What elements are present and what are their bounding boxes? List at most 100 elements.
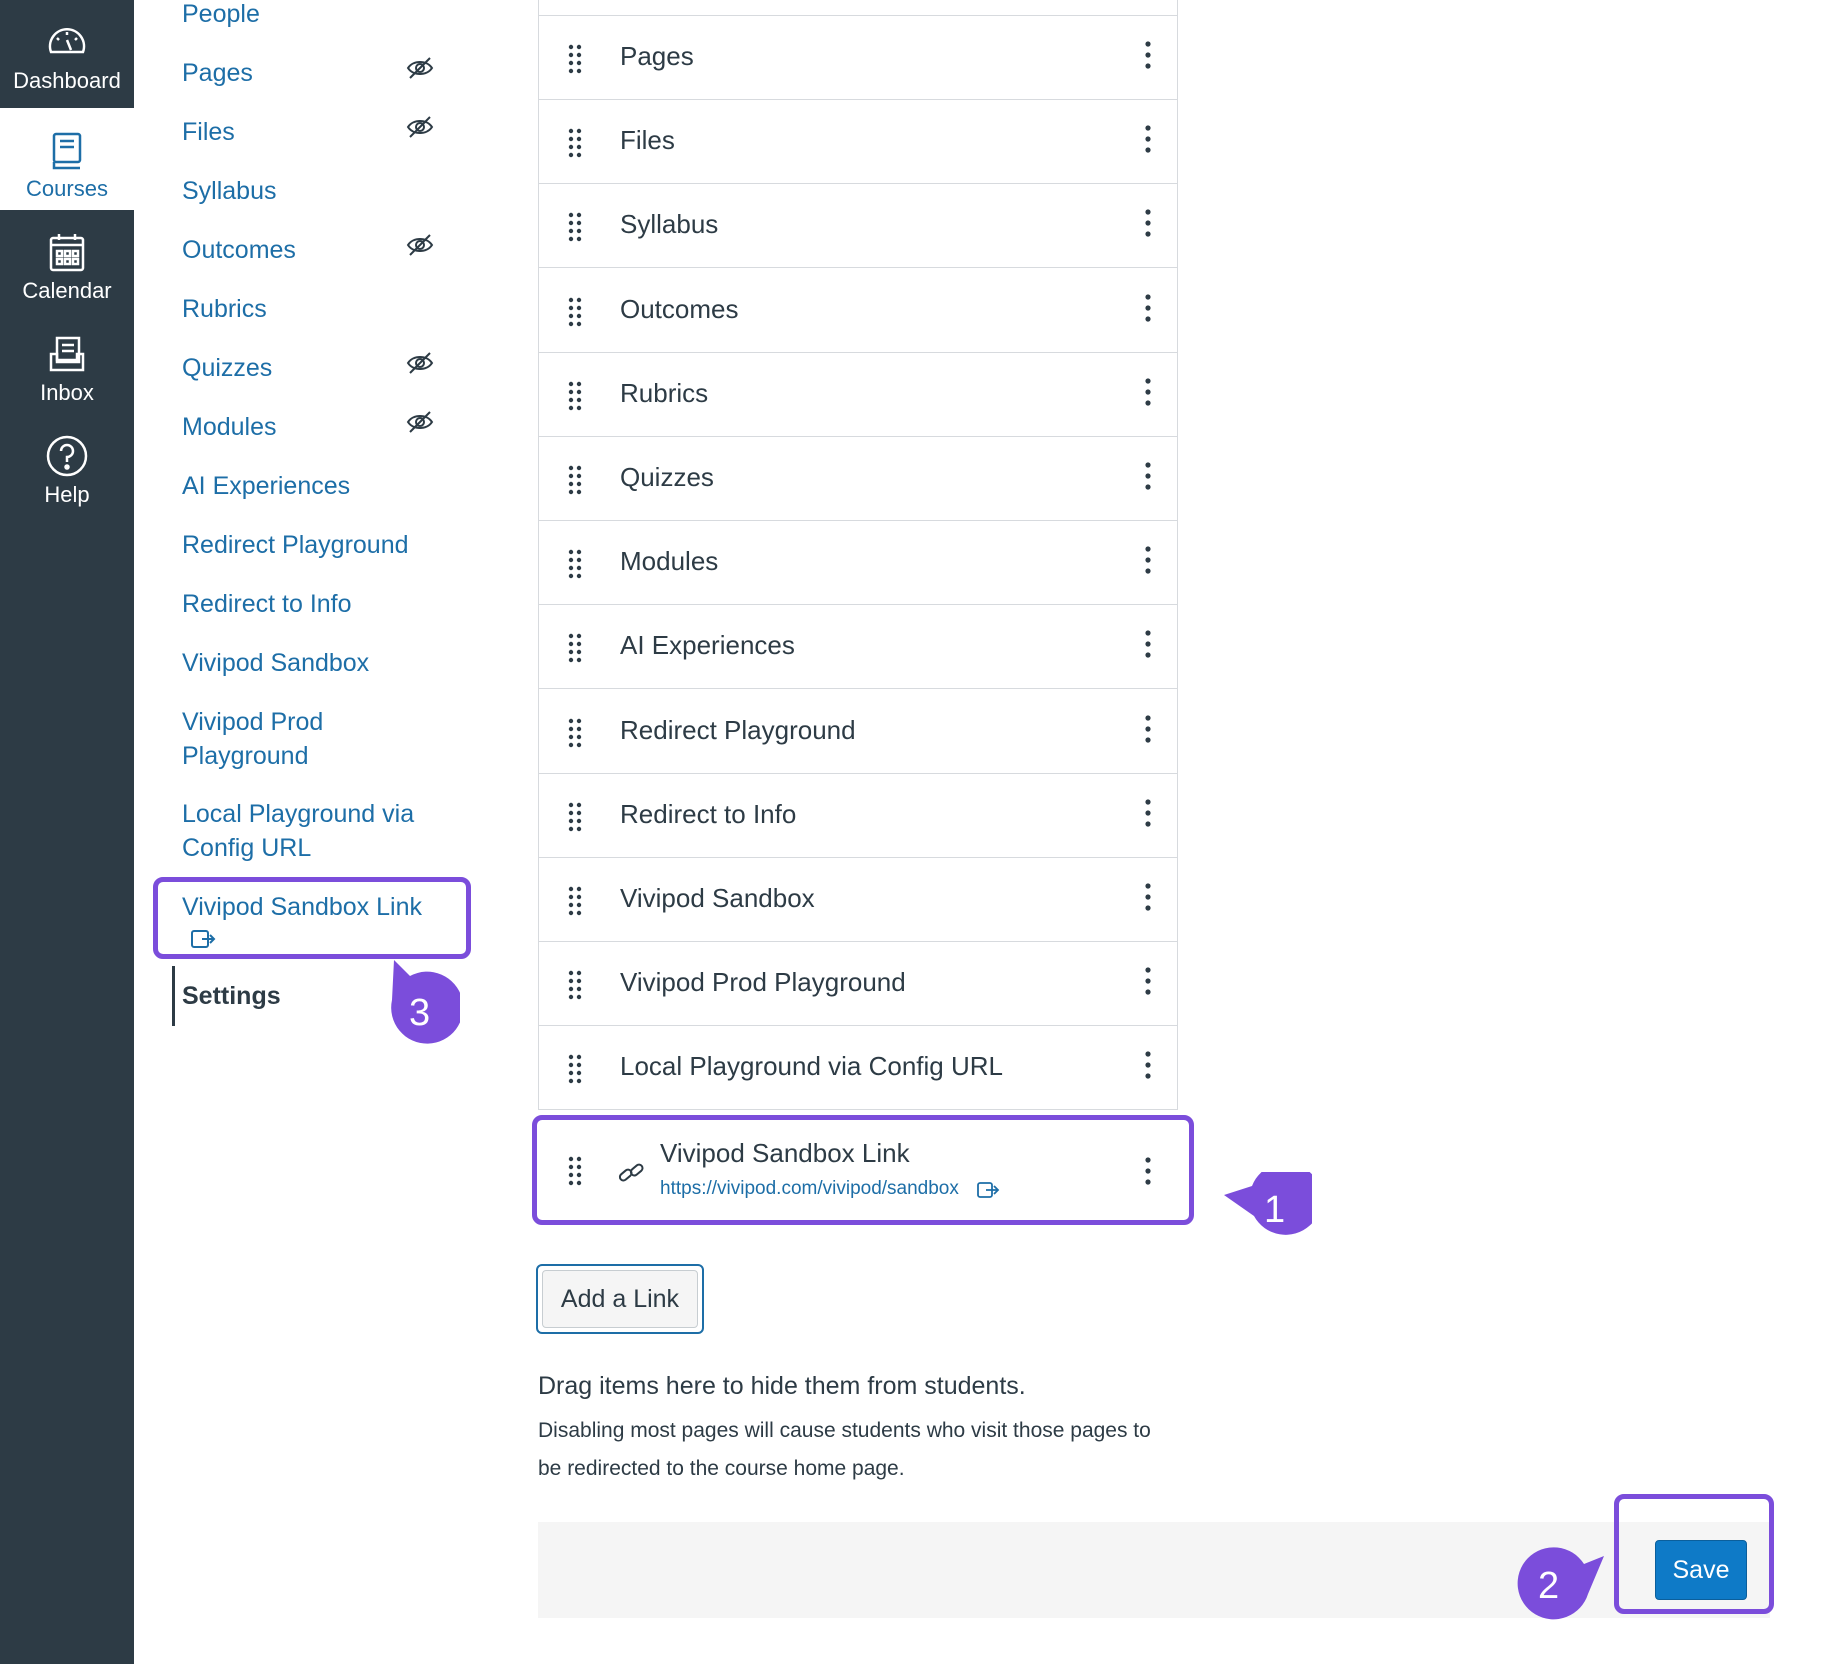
tab-row-label: Local Playground via Config URL: [620, 1051, 1003, 1081]
courses-icon: [52, 132, 82, 170]
course-nav-modules[interactable]: Modules: [182, 410, 277, 444]
hidden-zone-description: Disabling most pages will cause students…: [538, 1419, 1151, 1480]
drag-handle-icon[interactable]: [568, 381, 582, 411]
kebab-menu-icon[interactable]: [1144, 1050, 1152, 1080]
hidden-zone-title: Drag items here to hide them from studen…: [538, 1372, 1026, 1400]
course-nav-pages[interactable]: Pages: [182, 56, 253, 90]
tab-row[interactable]: AI Experiences: [538, 605, 1178, 689]
kebab-menu-icon[interactable]: [1144, 377, 1152, 407]
kebab-menu-icon[interactable]: [1144, 882, 1152, 912]
annotation-badge-3-number: 3: [409, 992, 431, 1034]
global-nav-label: Dashboard: [13, 68, 121, 93]
global-nav-label: Calendar: [22, 278, 112, 303]
course-nav-redirect-playground[interactable]: Redirect Playground: [182, 528, 409, 562]
drag-handle-icon[interactable]: [568, 1054, 582, 1084]
drag-handle-icon[interactable]: [568, 633, 582, 663]
kebab-menu-icon[interactable]: [1144, 40, 1152, 70]
add-link-button[interactable]: Add a Link: [536, 1264, 704, 1334]
global-nav: Dashboard Courses Calendar Inbox Help: [0, 0, 134, 1664]
drag-handle-icon[interactable]: [568, 465, 582, 495]
tab-row[interactable]: Quizzes: [538, 437, 1178, 521]
tab-row-label: Rubrics: [620, 378, 709, 408]
global-nav-inbox[interactable]: Inbox: [0, 312, 134, 414]
drag-handle-icon[interactable]: [568, 549, 582, 579]
eye-slash-icon: [406, 352, 434, 374]
course-nav-ai-experiences[interactable]: AI Experiences: [182, 469, 350, 503]
kebab-menu-icon[interactable]: [1144, 798, 1152, 828]
drag-handle-icon[interactable]: [568, 886, 582, 916]
kebab-menu-icon[interactable]: [1144, 629, 1152, 659]
annotation-badge-1-number: 1: [1264, 1189, 1286, 1231]
global-nav-courses[interactable]: Courses: [0, 108, 134, 210]
course-nav-settings[interactable]: Settings: [182, 979, 281, 1013]
tab-row-label: Files: [620, 125, 675, 155]
course-nav-files[interactable]: Files: [182, 115, 235, 149]
tab-row-label: Modules: [620, 546, 719, 576]
course-nav-outcomes[interactable]: Outcomes: [182, 233, 296, 267]
tab-row[interactable]: Outcomes: [538, 269, 1178, 353]
kebab-menu-icon[interactable]: [1144, 293, 1152, 323]
tab-row: [538, 0, 1178, 16]
tab-row-label: Redirect Playground: [620, 715, 856, 745]
drag-handle-icon[interactable]: [568, 128, 582, 158]
course-nav-local-playground[interactable]: Local Playground via Config URL: [182, 797, 414, 865]
global-nav-dashboard[interactable]: Dashboard: [0, 0, 134, 102]
kebab-menu-icon[interactable]: [1144, 461, 1152, 491]
tab-row[interactable]: Pages: [538, 16, 1178, 100]
tab-row[interactable]: Syllabus: [538, 184, 1178, 268]
eye-slash-icon: [406, 57, 434, 79]
kebab-menu-icon[interactable]: [1144, 124, 1152, 154]
tab-row-label: AI Experiences: [620, 630, 795, 660]
drag-handle-icon[interactable]: [568, 212, 582, 242]
kebab-menu-icon[interactable]: [1144, 208, 1152, 238]
tab-row-label: Syllabus: [620, 209, 719, 239]
tab-row-label: Vivipod Sandbox: [620, 883, 815, 913]
tab-row[interactable]: Modules: [538, 521, 1178, 605]
course-nav-syllabus[interactable]: Syllabus: [182, 174, 277, 208]
drag-handle-icon[interactable]: [568, 970, 582, 1000]
course-nav-label-line2: Playground: [182, 742, 309, 770]
annotation-badge-2-number: 2: [1538, 1565, 1560, 1607]
eye-slash-icon: [406, 411, 434, 433]
kebab-menu-icon[interactable]: [1144, 545, 1152, 575]
course-nav-vivipod-prod-playground[interactable]: Vivipod Prod Playground: [182, 705, 323, 773]
eye-slash-icon: [406, 234, 434, 256]
tab-row[interactable]: Rubrics: [538, 353, 1178, 437]
drag-handle-icon[interactable]: [568, 44, 582, 74]
global-nav-label: Inbox: [40, 380, 94, 405]
course-nav-rubrics[interactable]: Rubrics: [182, 292, 267, 326]
add-link-button-label: Add a Link: [542, 1270, 698, 1328]
drag-handle-icon[interactable]: [568, 802, 582, 832]
tab-row-label: Pages: [620, 41, 694, 71]
dashboard-icon: [48, 28, 86, 54]
course-nav-redirect-to-info[interactable]: Redirect to Info: [182, 587, 352, 621]
drag-handle-icon[interactable]: [568, 718, 582, 748]
highlight-box-save: [1614, 1494, 1774, 1614]
global-nav-label: Help: [44, 482, 90, 507]
highlight-box-external-link-row: [532, 1115, 1194, 1225]
course-nav-label-line1: Vivipod Prod: [182, 708, 324, 736]
tab-row[interactable]: Vivipod Sandbox: [538, 858, 1178, 942]
course-nav-people[interactable]: People: [182, 0, 260, 31]
tab-row-label: Vivipod Prod Playground: [620, 967, 906, 997]
calendar-icon: [49, 234, 85, 272]
kebab-menu-icon[interactable]: [1144, 714, 1152, 744]
global-nav-calendar[interactable]: Calendar: [0, 210, 134, 312]
tab-row-label: Quizzes: [620, 462, 714, 492]
course-nav-label-line2: Config URL: [182, 834, 312, 862]
active-indicator: [172, 966, 175, 1026]
drag-handle-icon[interactable]: [568, 297, 582, 327]
tab-row[interactable]: Files: [538, 100, 1178, 184]
tab-row[interactable]: Vivipod Prod Playground: [538, 942, 1178, 1026]
course-nav-vivipod-sandbox[interactable]: Vivipod Sandbox: [182, 646, 369, 680]
tab-row-label: Redirect to Info: [620, 799, 797, 829]
tab-row[interactable]: Redirect Playground: [538, 690, 1178, 774]
tab-row[interactable]: Local Playground via Config URL: [538, 1026, 1178, 1110]
course-nav-label-line1: Local Playground via: [182, 800, 415, 828]
tab-row[interactable]: Redirect to Info: [538, 774, 1178, 858]
global-nav-help[interactable]: Help: [0, 414, 134, 516]
help-icon: [46, 435, 88, 477]
course-nav-quizzes[interactable]: Quizzes: [182, 351, 272, 385]
global-nav-label: Courses: [26, 176, 108, 201]
kebab-menu-icon[interactable]: [1144, 966, 1152, 996]
